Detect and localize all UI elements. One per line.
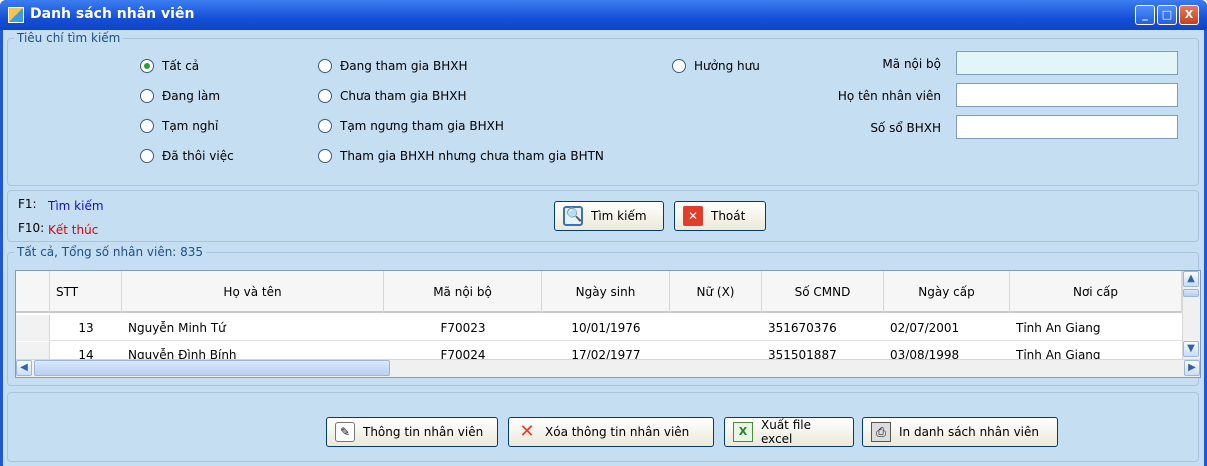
horizontal-scrollbar[interactable]: ◀ ▶ [16, 359, 1200, 377]
export-excel-button[interactable]: X Xuất file excel [724, 417, 854, 447]
radio-bhxh-active[interactable]: Đang tham gia BHXH [318, 59, 467, 73]
window-title: Danh sách nhân viên [30, 6, 195, 22]
cell-full-name: Nguyễn Minh Tứ [128, 321, 226, 335]
col-full-name[interactable]: Họ và tên [122, 271, 384, 313]
radio-resigned-indicator[interactable] [140, 149, 154, 163]
action-group: F1: Tìm kiếm F10: Kết thúc Tìm kiếm ✕ Th… [7, 190, 1199, 242]
search-criteria-group: Tiêu chí tìm kiếm Tất cả Đang làm Tạm ng… [7, 31, 1199, 186]
radio-bhxh-none-indicator[interactable] [318, 89, 332, 103]
bottom-actions-group: ✎ Thông tin nhân viên ✕ Xóa thông tin nh… [7, 392, 1199, 462]
close-icon: ✕ [683, 206, 703, 226]
radio-working-label: Đang làm [162, 89, 221, 103]
col-issue-date[interactable]: Ngày cấp [884, 271, 1010, 313]
search-button[interactable]: Tìm kiếm [554, 201, 664, 231]
employee-name-label: Họ tên nhân viên [837, 89, 941, 103]
radio-working-indicator[interactable] [140, 89, 154, 103]
radio-bhxh-none[interactable]: Chưa tham gia BHXH [318, 89, 467, 103]
col-stt[interactable]: STT [50, 271, 122, 313]
print-list-label: In danh sách nhân viên [899, 425, 1039, 439]
radio-resigned[interactable]: Đã thôi việc [140, 149, 234, 163]
search-button-label: Tìm kiếm [591, 209, 647, 223]
grid-header: STT Họ và tên Mã nội bộ Ngày sinh Nữ (X)… [16, 271, 1200, 313]
employee-list-title: Tất cả, Tổng số nhân viên: 835 [14, 245, 207, 259]
cell-code: F70023 [440, 321, 486, 335]
radio-retired-indicator[interactable] [672, 59, 686, 73]
title-bar: Danh sách nhân viên _ □ X [0, 0, 1207, 30]
print-list-button[interactable]: ⎙ In danh sách nhân viên [862, 417, 1058, 447]
close-button[interactable]: X [1179, 5, 1199, 25]
cell-issue-place: Tỉnh An Giang [1016, 321, 1101, 335]
vertical-scrollbar[interactable]: ▲ ▼ [1182, 271, 1200, 359]
maximize-button[interactable]: □ [1157, 5, 1177, 25]
exit-button[interactable]: ✕ Thoát [674, 201, 766, 231]
col-female[interactable]: Nữ (X) [670, 271, 762, 313]
excel-icon: X [733, 422, 753, 442]
radio-bhxh-no-bhtn-label: Tham gia BHXH nhưng chưa tham gia BHTN [340, 149, 604, 163]
code-label: Mã nội bộ [882, 57, 941, 71]
search-criteria-title: Tiêu chí tìm kiếm [14, 31, 124, 45]
scroll-right-button[interactable]: ▶ [1184, 360, 1200, 376]
radio-paused-indicator[interactable] [140, 119, 154, 133]
radio-paused[interactable]: Tạm nghỉ [140, 119, 218, 133]
col-issue-place[interactable]: Nơi cấp [1010, 271, 1182, 313]
scroll-left-button[interactable]: ◀ [16, 360, 32, 376]
col-birth-date[interactable]: Ngày sinh [542, 271, 670, 313]
table-row[interactable]: 13 Nguyễn Minh Tứ F70023 10/01/1976 3516… [16, 315, 1200, 341]
cell-issue-date: 02/07/2001 [890, 321, 960, 335]
cell-birth-date: 10/01/1976 [571, 321, 641, 335]
scroll-up-button[interactable]: ▲ [1183, 271, 1199, 287]
employee-info-label: Thông tin nhân viên [363, 425, 484, 439]
radio-working[interactable]: Đang làm [140, 89, 220, 103]
horizontal-scroll-thumb[interactable] [34, 360, 390, 376]
search-icon [563, 206, 583, 226]
bhxh-number-input[interactable] [956, 115, 1178, 139]
app-window: Danh sách nhân viên _ □ X Tiêu chí tìm k… [0, 0, 1207, 466]
cell-female [670, 315, 762, 341]
delete-employee-label: Xóa thông tin nhân viên [545, 425, 690, 439]
export-excel-label: Xuất file excel [761, 418, 811, 446]
radio-all[interactable]: Tất cả [140, 59, 199, 73]
employee-name-input[interactable] [956, 83, 1178, 107]
radio-all-label: Tất cả [162, 59, 200, 73]
row-selector[interactable] [16, 315, 50, 341]
shortcut-f1-key: F1: [18, 197, 37, 211]
shortcut-f10-key: F10: [18, 221, 45, 235]
shortcut-f10-desc: Kết thúc [48, 223, 99, 237]
radio-bhxh-active-indicator[interactable] [318, 59, 332, 73]
exit-button-label: Thoát [711, 209, 746, 223]
col-id-number[interactable]: Số CMND [762, 271, 884, 313]
window-client: Tiêu chí tìm kiếm Tất cả Đang làm Tạm ng… [3, 30, 1204, 466]
cell-stt: 13 [78, 321, 94, 335]
code-input[interactable] [956, 51, 1178, 75]
radio-bhxh-no-bhtn-indicator[interactable] [318, 149, 332, 163]
employee-info-button[interactable]: ✎ Thông tin nhân viên [326, 417, 498, 447]
scroll-down-button[interactable]: ▼ [1183, 341, 1199, 357]
radio-bhxh-suspended-label: Tạm ngưng tham gia BHXH [340, 119, 504, 133]
radio-bhxh-active-label: Đang tham gia BHXH [340, 59, 468, 73]
app-icon [8, 7, 24, 23]
employee-grid: STT Họ và tên Mã nội bộ Ngày sinh Nữ (X)… [15, 270, 1201, 378]
printer-icon: ⎙ [871, 422, 891, 442]
edit-icon: ✎ [335, 422, 355, 442]
radio-bhxh-no-bhtn[interactable]: Tham gia BHXH nhưng chưa tham gia BHTN [318, 149, 604, 163]
minimize-button[interactable]: _ [1135, 5, 1155, 25]
radio-paused-label: Tạm nghỉ [162, 119, 219, 133]
radio-bhxh-suspended[interactable]: Tạm ngưng tham gia BHXH [318, 119, 504, 133]
delete-employee-button[interactable]: ✕ Xóa thông tin nhân viên [508, 417, 714, 447]
shortcut-f1-desc: Tìm kiếm [48, 199, 104, 213]
delete-icon: ✕ [519, 421, 535, 442]
row-header-corner [16, 271, 50, 313]
radio-resigned-label: Đã thôi việc [162, 149, 234, 163]
radio-retired[interactable]: Hưởng hưu [672, 59, 760, 73]
vertical-scroll-thumb[interactable] [1183, 289, 1199, 297]
radio-retired-label: Hưởng hưu [694, 59, 760, 73]
col-code[interactable]: Mã nội bộ [384, 271, 542, 313]
radio-bhxh-none-label: Chưa tham gia BHXH [340, 89, 467, 103]
radio-all-indicator[interactable] [140, 59, 154, 73]
cell-id-number: 351670376 [768, 321, 837, 335]
radio-bhxh-suspended-indicator[interactable] [318, 119, 332, 133]
bhxh-number-label: Số sổ BHXH [870, 121, 941, 135]
